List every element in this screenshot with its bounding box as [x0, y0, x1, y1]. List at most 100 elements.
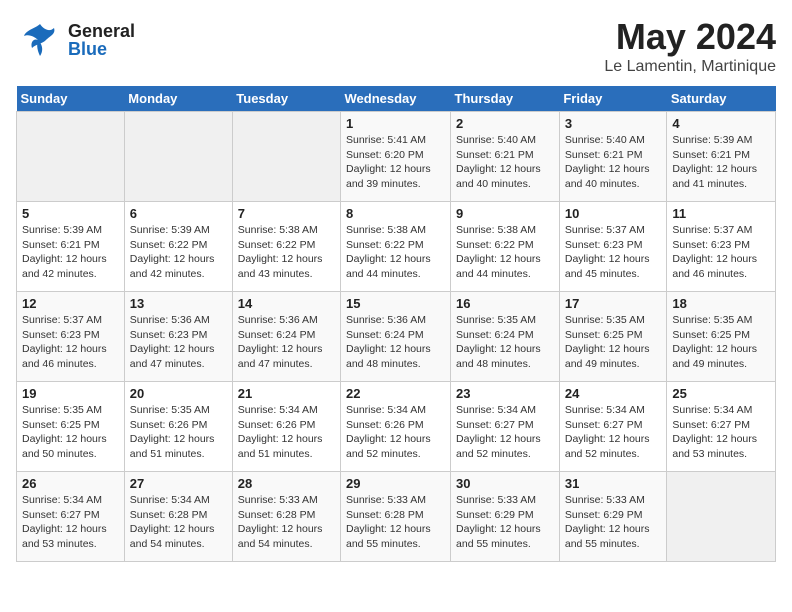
- day-number: 31: [565, 476, 662, 491]
- day-number: 15: [346, 296, 445, 311]
- calendar-cell: 8Sunrise: 5:38 AM Sunset: 6:22 PM Daylig…: [341, 202, 451, 292]
- calendar-cell: 4 Sunrise: 5:39 AM Sunset: 6:21 PM Daylig…: [667, 112, 776, 202]
- weekday-header-tuesday: Tuesday: [232, 86, 340, 112]
- day-number: 4: [672, 116, 770, 131]
- day-number: 10: [565, 206, 662, 221]
- day-info: Sunrise: 5:40 AM Sunset: 6:21 PM Dayligh…: [565, 133, 662, 192]
- calendar-cell: 10 Sunrise: 5:37 AM Sunset: 6:23 PM Dayli…: [559, 202, 667, 292]
- logo-text: General Blue: [68, 22, 135, 58]
- day-info: Sunrise: 5:35 AM Sunset: 6:25 PM Dayligh…: [672, 313, 770, 372]
- page-header: General Blue May 2024 Le Lamentin, Marti…: [16, 16, 776, 76]
- day-info: Sunrise: 5:34 AM Sunset: 6:27 PM Dayligh…: [672, 403, 770, 462]
- calendar-week-2: 5 Sunrise: 5:39 AM Sunset: 6:21 PM Daylig…: [17, 202, 776, 292]
- weekday-header-sunday: Sunday: [17, 86, 125, 112]
- day-info: Sunrise: 5:38 AM Sunset: 6:22 PM Dayligh…: [238, 223, 335, 282]
- day-number: 20: [130, 386, 227, 401]
- weekday-header-friday: Friday: [559, 86, 667, 112]
- calendar-cell: 31 Sunrise: 5:33 AM Sunset: 6:29 PM Dayli…: [559, 472, 667, 562]
- day-info: Sunrise: 5:35 AM Sunset: 6:24 PM Dayligh…: [456, 313, 554, 372]
- day-number: 27: [130, 476, 227, 491]
- day-number: 17: [565, 296, 662, 311]
- day-info: Sunrise: 5:33 AM Sunset: 6:28 PM Dayligh…: [346, 493, 445, 552]
- calendar-cell: 3Sunrise: 5:40 AM Sunset: 6:21 PM Daylig…: [559, 112, 667, 202]
- day-number: 7: [238, 206, 335, 221]
- day-number: 5: [22, 206, 119, 221]
- weekday-header-thursday: Thursday: [451, 86, 560, 112]
- day-number: 11: [672, 206, 770, 221]
- calendar-cell: 21 Sunrise: 5:34 AM Sunset: 6:26 PM Dayli…: [232, 382, 340, 472]
- logo: General Blue: [16, 16, 135, 64]
- day-number: 12: [22, 296, 119, 311]
- logo-blue: Blue: [68, 40, 135, 58]
- day-info: Sunrise: 5:33 AM Sunset: 6:29 PM Dayligh…: [456, 493, 554, 552]
- day-number: 22: [346, 386, 445, 401]
- day-info: Sunrise: 5:39 AM Sunset: 6:22 PM Dayligh…: [130, 223, 227, 282]
- calendar-week-1: 1 Sunrise: 5:41 AM Sunset: 6:20 PM Daylig…: [17, 112, 776, 202]
- calendar-cell: 16 Sunrise: 5:35 AM Sunset: 6:24 PM Dayli…: [451, 292, 560, 382]
- day-info: Sunrise: 5:39 AM Sunset: 6:21 PM Dayligh…: [672, 133, 770, 192]
- day-info: Sunrise: 5:33 AM Sunset: 6:28 PM Dayligh…: [238, 493, 335, 552]
- day-info: Sunrise: 5:35 AM Sunset: 6:26 PM Dayligh…: [130, 403, 227, 462]
- title-block: May 2024 Le Lamentin, Martinique: [604, 16, 776, 76]
- day-number: 28: [238, 476, 335, 491]
- day-number: 25: [672, 386, 770, 401]
- day-info: Sunrise: 5:34 AM Sunset: 6:27 PM Dayligh…: [456, 403, 554, 462]
- calendar-cell: 25 Sunrise: 5:34 AM Sunset: 6:27 PM Dayli…: [667, 382, 776, 472]
- day-number: 23: [456, 386, 554, 401]
- calendar-week-5: 26 Sunrise: 5:34 AM Sunset: 6:27 PM Dayli…: [17, 472, 776, 562]
- day-info: Sunrise: 5:37 AM Sunset: 6:23 PM Dayligh…: [22, 313, 119, 372]
- day-info: Sunrise: 5:36 AM Sunset: 6:23 PM Dayligh…: [130, 313, 227, 372]
- day-info: Sunrise: 5:35 AM Sunset: 6:25 PM Dayligh…: [22, 403, 119, 462]
- calendar-cell: 11 Sunrise: 5:37 AM Sunset: 6:23 PM Dayli…: [667, 202, 776, 292]
- day-info: Sunrise: 5:34 AM Sunset: 6:26 PM Dayligh…: [238, 403, 335, 462]
- logo-icon: [16, 16, 64, 64]
- calendar-cell: 18 Sunrise: 5:35 AM Sunset: 6:25 PM Dayli…: [667, 292, 776, 382]
- day-info: Sunrise: 5:39 AM Sunset: 6:21 PM Dayligh…: [22, 223, 119, 282]
- calendar-cell: 13Sunrise: 5:36 AM Sunset: 6:23 PM Dayli…: [124, 292, 232, 382]
- day-info: Sunrise: 5:34 AM Sunset: 6:27 PM Dayligh…: [22, 493, 119, 552]
- day-number: 9: [456, 206, 554, 221]
- calendar-cell: [17, 112, 125, 202]
- day-info: Sunrise: 5:41 AM Sunset: 6:20 PM Dayligh…: [346, 133, 445, 192]
- calendar-cell: 23 Sunrise: 5:34 AM Sunset: 6:27 PM Dayli…: [451, 382, 560, 472]
- calendar-cell: 22 Sunrise: 5:34 AM Sunset: 6:26 PM Dayli…: [341, 382, 451, 472]
- day-number: 8: [346, 206, 445, 221]
- day-info: Sunrise: 5:36 AM Sunset: 6:24 PM Dayligh…: [238, 313, 335, 372]
- day-info: Sunrise: 5:34 AM Sunset: 6:27 PM Dayligh…: [565, 403, 662, 462]
- calendar-cell: [124, 112, 232, 202]
- day-info: Sunrise: 5:38 AM Sunset: 6:22 PM Dayligh…: [456, 223, 554, 282]
- calendar-cell: 20 Sunrise: 5:35 AM Sunset: 6:26 PM Dayli…: [124, 382, 232, 472]
- weekday-header-row: SundayMondayTuesdayWednesdayThursdayFrid…: [17, 86, 776, 112]
- day-number: 6: [130, 206, 227, 221]
- day-info: Sunrise: 5:33 AM Sunset: 6:29 PM Dayligh…: [565, 493, 662, 552]
- day-number: 19: [22, 386, 119, 401]
- calendar-cell: 27 Sunrise: 5:34 AM Sunset: 6:28 PM Dayli…: [124, 472, 232, 562]
- calendar-cell: 9 Sunrise: 5:38 AM Sunset: 6:22 PM Daylig…: [451, 202, 560, 292]
- logo-general: General: [68, 22, 135, 40]
- day-info: Sunrise: 5:37 AM Sunset: 6:23 PM Dayligh…: [565, 223, 662, 282]
- location-subtitle: Le Lamentin, Martinique: [604, 58, 776, 76]
- day-info: Sunrise: 5:37 AM Sunset: 6:23 PM Dayligh…: [672, 223, 770, 282]
- weekday-header-saturday: Saturday: [667, 86, 776, 112]
- day-info: Sunrise: 5:40 AM Sunset: 6:21 PM Dayligh…: [456, 133, 554, 192]
- calendar-cell: 1 Sunrise: 5:41 AM Sunset: 6:20 PM Daylig…: [341, 112, 451, 202]
- day-number: 16: [456, 296, 554, 311]
- calendar-cell: 12 Sunrise: 5:37 AM Sunset: 6:23 PM Dayli…: [17, 292, 125, 382]
- calendar-table: SundayMondayTuesdayWednesdayThursdayFrid…: [16, 86, 776, 562]
- day-number: 21: [238, 386, 335, 401]
- calendar-cell: 30Sunrise: 5:33 AM Sunset: 6:29 PM Dayli…: [451, 472, 560, 562]
- calendar-cell: 19 Sunrise: 5:35 AM Sunset: 6:25 PM Dayli…: [17, 382, 125, 472]
- day-number: 1: [346, 116, 445, 131]
- calendar-cell: 24Sunrise: 5:34 AM Sunset: 6:27 PM Dayli…: [559, 382, 667, 472]
- day-number: 29: [346, 476, 445, 491]
- day-number: 26: [22, 476, 119, 491]
- month-title: May 2024: [604, 16, 776, 58]
- weekday-header-monday: Monday: [124, 86, 232, 112]
- day-info: Sunrise: 5:34 AM Sunset: 6:28 PM Dayligh…: [130, 493, 227, 552]
- calendar-cell: 17Sunrise: 5:35 AM Sunset: 6:25 PM Dayli…: [559, 292, 667, 382]
- calendar-cell: 15Sunrise: 5:36 AM Sunset: 6:24 PM Dayli…: [341, 292, 451, 382]
- day-info: Sunrise: 5:34 AM Sunset: 6:26 PM Dayligh…: [346, 403, 445, 462]
- weekday-header-wednesday: Wednesday: [341, 86, 451, 112]
- day-number: 18: [672, 296, 770, 311]
- calendar-cell: 26 Sunrise: 5:34 AM Sunset: 6:27 PM Dayli…: [17, 472, 125, 562]
